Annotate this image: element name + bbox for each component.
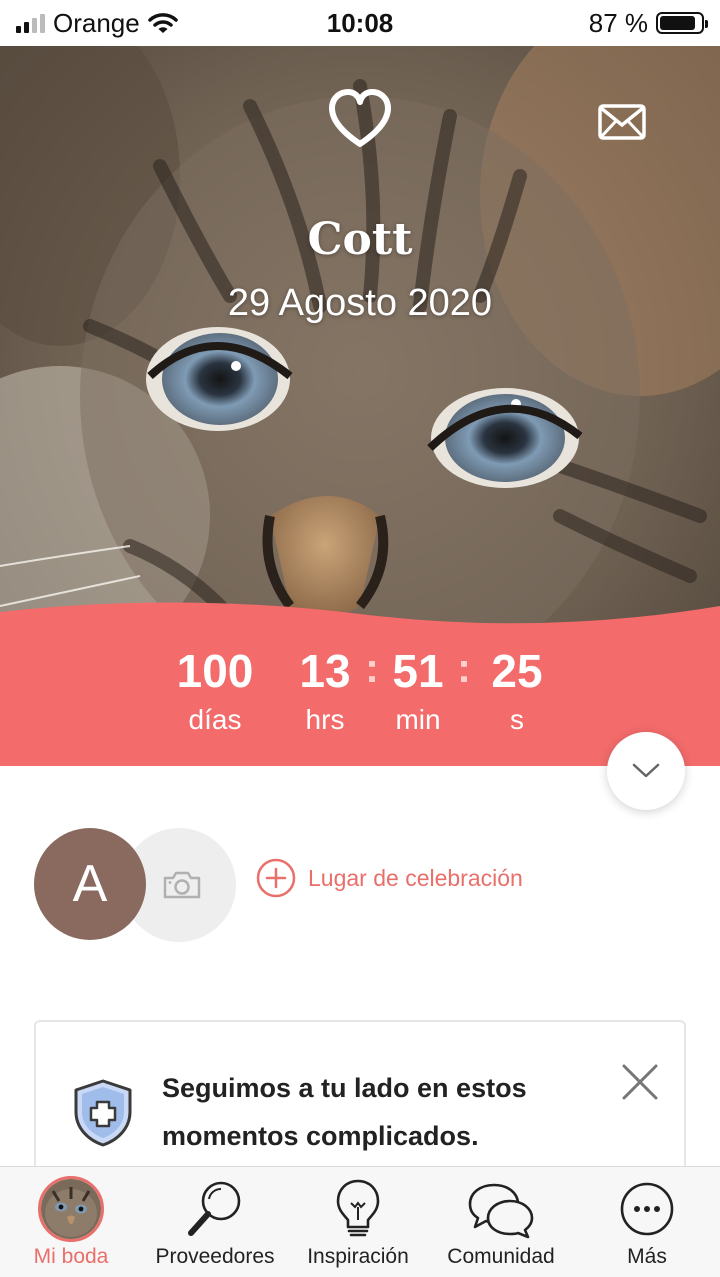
- tab-proveedores[interactable]: Proveedores: [142, 1167, 288, 1277]
- tab-label: Mi boda: [33, 1245, 109, 1268]
- battery-percent: 87 %: [588, 7, 648, 38]
- more-dots-icon: [620, 1182, 674, 1236]
- tab-label: Más: [627, 1245, 667, 1268]
- status-bar: Orange 10:08 87 %: [0, 0, 720, 46]
- close-icon[interactable]: [620, 1062, 660, 1102]
- tab-mas[interactable]: Más: [574, 1167, 720, 1277]
- notice-text: Seguimos a tu lado en estos momentos com…: [162, 1073, 527, 1151]
- heart-logo-icon: [329, 89, 391, 147]
- countdown-seconds-label: s: [510, 704, 524, 735]
- bottom-tab-bar: Mi boda Proveedores Inspiración Comunida…: [0, 1166, 720, 1277]
- tab-label: Proveedores: [155, 1245, 275, 1268]
- lightbulb-icon: [336, 1179, 380, 1237]
- venue-label: Lugar de celebración: [308, 864, 523, 891]
- tab-mi-boda[interactable]: Mi boda: [0, 1167, 142, 1277]
- carrier-name: Orange: [53, 7, 140, 38]
- countdown-days-label: días: [188, 704, 242, 735]
- couple-name: Cott: [307, 214, 413, 265]
- tab-comunidad[interactable]: Comunidad: [428, 1167, 574, 1277]
- countdown-minutes-label: min: [395, 704, 441, 735]
- wedding-date: 29 Agosto 2020: [227, 282, 493, 324]
- avatar-initial: A: [72, 855, 108, 913]
- wedding-countdown: 100 13 : 51 : 25 días hrs min s: [0, 600, 720, 766]
- signal-strength-icon: [16, 13, 45, 33]
- countdown-seconds-value: 25: [491, 645, 543, 697]
- shield-plus-icon: [74, 1079, 132, 1147]
- status-right: 87 %: [464, 7, 708, 39]
- wifi-icon: [147, 13, 178, 33]
- profile-avatar-icon: [38, 1176, 104, 1242]
- magnifier-icon: [188, 1181, 241, 1236]
- clock: 10:08: [326, 7, 394, 38]
- status-left: Orange: [16, 8, 256, 39]
- tab-label: Comunidad: [447, 1245, 555, 1268]
- avatar[interactable]: A: [34, 828, 146, 940]
- camera-icon: [163, 871, 201, 899]
- tab-inspiracion[interactable]: Inspiración: [288, 1167, 428, 1277]
- countdown-days-value: 100: [176, 645, 254, 697]
- plus-circle-icon: [256, 858, 296, 898]
- envelope-icon[interactable]: [598, 104, 646, 140]
- battery-icon: [656, 12, 708, 34]
- expand-button[interactable]: [607, 732, 685, 810]
- add-venue-link[interactable]: Lugar de celebración: [256, 858, 523, 898]
- chat-bubbles-icon: [468, 1183, 534, 1239]
- tab-label: Inspiración: [307, 1245, 409, 1268]
- chevron-down-icon: [632, 763, 660, 778]
